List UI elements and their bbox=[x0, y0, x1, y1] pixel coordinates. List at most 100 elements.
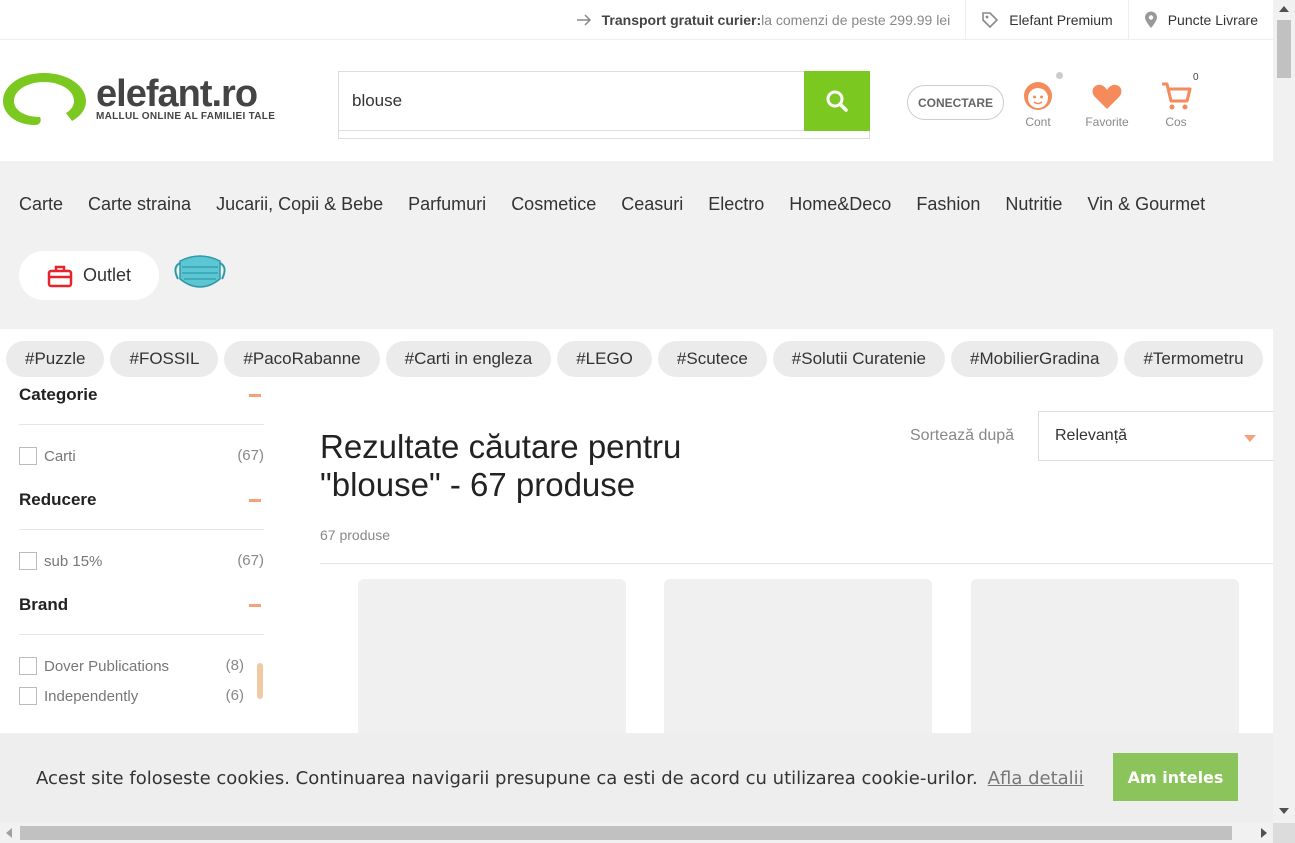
face-mask-icon[interactable] bbox=[170, 249, 230, 299]
collapse-icon[interactable] bbox=[249, 498, 261, 502]
tag-icon bbox=[982, 11, 999, 28]
collapse-icon[interactable] bbox=[249, 393, 261, 397]
search-area bbox=[338, 71, 870, 139]
cookie-text: Acest site foloseste cookies. Continuare… bbox=[36, 767, 978, 789]
filter-option-label: Dover Publications bbox=[44, 657, 170, 675]
arrow-right-icon bbox=[576, 13, 591, 26]
main-nav: Carte Carte straina Jucarii, Copii & Beb… bbox=[0, 161, 1273, 329]
nav-item-carte[interactable]: Carte bbox=[19, 194, 63, 215]
cookie-banner: Acest site foloseste cookies. Continuare… bbox=[0, 733, 1273, 823]
tag-chip[interactable]: #Puzzle bbox=[6, 341, 105, 377]
nav-item-carte-straina[interactable]: Carte straina bbox=[88, 194, 191, 215]
filter-option[interactable]: Dover Publications (8) bbox=[19, 657, 244, 675]
search-button[interactable] bbox=[804, 71, 870, 131]
checkbox[interactable] bbox=[19, 447, 37, 465]
account-label: Cont bbox=[1025, 115, 1051, 129]
heart-icon bbox=[1092, 84, 1122, 109]
results-title-line2: "blouse" - 67 produse bbox=[320, 466, 636, 503]
checkbox[interactable] bbox=[19, 657, 37, 675]
filter-option[interactable]: Independently (6) bbox=[19, 687, 244, 705]
divider bbox=[320, 563, 1273, 564]
scroll-down-arrow-icon[interactable] bbox=[1279, 808, 1289, 814]
account-link[interactable]: Cont bbox=[1008, 79, 1068, 129]
nav-item-fashion[interactable]: Fashion bbox=[916, 194, 980, 215]
filter-option[interactable]: sub 15% (67) bbox=[19, 552, 264, 570]
nav-item-electro[interactable]: Electro bbox=[708, 194, 764, 215]
filter-option-label: sub 15% bbox=[44, 552, 103, 570]
filter-section-discount[interactable]: Reducere bbox=[19, 485, 264, 515]
logo-tagline: MALLUL ONLINE AL FAMILIEI TALE bbox=[96, 110, 276, 122]
logo-name: elefant.ro bbox=[96, 72, 258, 115]
chevron-down-icon bbox=[1244, 435, 1256, 442]
filter-title: Categorie bbox=[19, 385, 98, 404]
cookie-accept-button[interactable]: Am inteles bbox=[1113, 753, 1238, 801]
cart-link[interactable]: Cos bbox=[1146, 79, 1206, 129]
product-card-placeholder[interactable] bbox=[664, 579, 932, 749]
filter-option[interactable]: Carti (67) bbox=[19, 447, 264, 465]
nav-item-jucarii[interactable]: Jucarii, Copii & Bebe bbox=[216, 194, 383, 215]
filter-section-brand[interactable]: Brand bbox=[19, 590, 264, 620]
nav-item-home-deco[interactable]: Home&Deco bbox=[789, 194, 891, 215]
search-input[interactable] bbox=[338, 71, 804, 131]
nav-item-nutritie[interactable]: Nutritie bbox=[1005, 194, 1062, 215]
filter-title: Reducere bbox=[19, 490, 97, 509]
top-bar: Transport gratuit curier: la comenzi de … bbox=[0, 0, 1273, 40]
tag-chip[interactable]: #PacoRabanne bbox=[224, 341, 380, 377]
filter-option-count: (67) bbox=[237, 552, 264, 569]
filter-option-count: (8) bbox=[225, 657, 244, 674]
free-shipping-info[interactable]: Transport gratuit curier: la comenzi de … bbox=[561, 0, 966, 40]
briefcase-icon bbox=[47, 265, 73, 287]
outlet-button[interactable]: Outlet bbox=[19, 251, 159, 300]
tag-chip[interactable]: #LEGO bbox=[557, 341, 652, 377]
filter-option-count: (67) bbox=[237, 447, 264, 464]
scroll-up-arrow-icon[interactable] bbox=[1279, 6, 1289, 12]
horizontal-scroll-thumb[interactable] bbox=[20, 826, 1232, 840]
tag-chip[interactable]: #Termometru bbox=[1124, 341, 1263, 377]
tag-chip[interactable]: #Solutii Curatenie bbox=[772, 341, 945, 377]
product-card-placeholder[interactable] bbox=[971, 579, 1239, 749]
horizontal-scrollbar[interactable] bbox=[0, 823, 1273, 843]
search-underline bbox=[338, 131, 870, 139]
collapse-icon[interactable] bbox=[249, 603, 261, 607]
product-card-placeholder[interactable] bbox=[358, 579, 626, 749]
nav-item-ceasuri[interactable]: Ceasuri bbox=[621, 194, 683, 215]
filter-title: Brand bbox=[19, 595, 69, 614]
favorites-link[interactable]: Favorite bbox=[1077, 79, 1137, 129]
scrollbar-corner bbox=[1273, 823, 1295, 843]
tag-chip[interactable]: #Scutece bbox=[657, 341, 767, 377]
filter-option-label: Independently bbox=[44, 687, 139, 705]
logo[interactable]: elefant.ro MALLUL ONLINE AL FAMILIEI TAL… bbox=[0, 69, 275, 129]
tag-chip[interactable]: #Carti in engleza bbox=[385, 341, 552, 377]
filter-option-label: Carti bbox=[44, 447, 76, 465]
brand-list-scrollbar[interactable] bbox=[257, 663, 263, 699]
divider bbox=[19, 634, 264, 635]
scroll-left-arrow-icon[interactable] bbox=[6, 828, 12, 838]
checkbox[interactable] bbox=[19, 552, 37, 570]
outlet-label: Outlet bbox=[82, 265, 132, 285]
category-menu: Carte Carte straina Jucarii, Copii & Beb… bbox=[19, 194, 1230, 215]
scroll-right-arrow-icon[interactable] bbox=[1261, 828, 1267, 838]
tag-chip[interactable]: #MobilierGradina bbox=[951, 341, 1119, 377]
premium-link[interactable]: Elefant Premium bbox=[965, 0, 1127, 40]
sort-value: Relevanță bbox=[1055, 427, 1128, 444]
vertical-scroll-thumb[interactable] bbox=[1277, 20, 1291, 78]
nav-item-cosmetice[interactable]: Cosmetice bbox=[511, 194, 596, 215]
checkbox[interactable] bbox=[19, 687, 37, 705]
vertical-scrollbar[interactable] bbox=[1273, 0, 1295, 823]
filter-option-count: (6) bbox=[225, 687, 244, 704]
nav-item-vin-gourmet[interactable]: Vin & Gourmet bbox=[1087, 194, 1205, 215]
pickup-points-link[interactable]: Puncte Livrare bbox=[1127, 0, 1273, 40]
cookie-details-link[interactable]: Afla detalii bbox=[988, 768, 1084, 789]
sort-select[interactable]: Relevanță bbox=[1038, 411, 1274, 461]
tag-chip[interactable]: #FOSSIL bbox=[110, 341, 219, 377]
login-button[interactable]: CONECTARE bbox=[907, 85, 1004, 120]
filter-section-category[interactable]: Categorie bbox=[19, 380, 264, 410]
shipping-rest-text: la comenzi de peste 299.99 lei bbox=[761, 11, 951, 28]
results-count: 67 produse bbox=[320, 527, 391, 543]
filter-sidebar: Categorie Carti (67) Reducere sub 15% (67)… bbox=[19, 380, 264, 705]
results-title-line1: Rezultate căutare pentru bbox=[320, 428, 682, 465]
cart-label: Cos bbox=[1165, 115, 1187, 129]
nav-item-parfumuri[interactable]: Parfumuri bbox=[408, 194, 486, 215]
elefant-logo-icon bbox=[3, 73, 86, 125]
cart-icon bbox=[1162, 82, 1192, 110]
